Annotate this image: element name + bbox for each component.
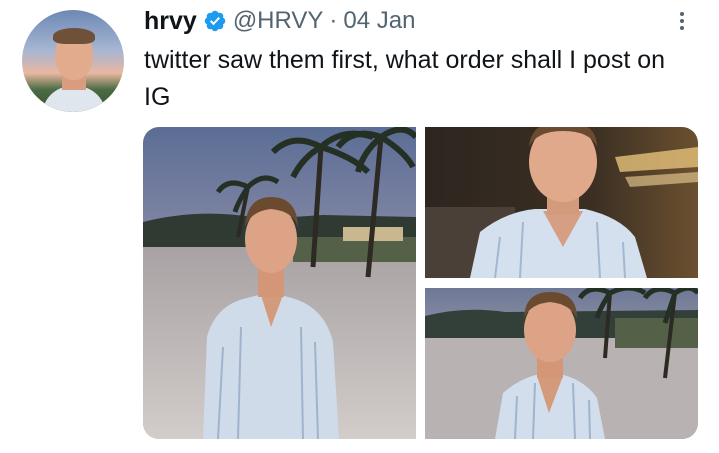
photo-beach-dusk-halfbody[interactable] bbox=[425, 288, 698, 439]
verified-badge-icon[interactable] bbox=[203, 9, 227, 33]
author-handle[interactable]: @HRVY bbox=[233, 7, 324, 35]
media-grid bbox=[143, 127, 698, 439]
tweet-text: twitter saw them first, what order shall… bbox=[144, 46, 666, 111]
tweet-date[interactable]: 04 Jan bbox=[343, 7, 415, 35]
tweet-header: hrvy @HRVY · 04 Jan bbox=[144, 6, 415, 36]
photo-beach-dusk-full[interactable] bbox=[143, 127, 416, 439]
separator-dot: · bbox=[329, 7, 338, 34]
author-name[interactable]: hrvy bbox=[144, 7, 197, 36]
photo-closeup-blurred-lights[interactable] bbox=[425, 127, 698, 278]
more-dot bbox=[680, 19, 684, 23]
author-avatar[interactable] bbox=[22, 10, 124, 112]
more-dot bbox=[680, 12, 684, 16]
avatar-hair bbox=[53, 28, 95, 44]
tweet[interactable]: hrvy @HRVY · 04 Jan twitter saw them fir… bbox=[0, 0, 719, 453]
more-vertical-icon[interactable] bbox=[668, 8, 696, 34]
more-dot bbox=[680, 26, 684, 30]
